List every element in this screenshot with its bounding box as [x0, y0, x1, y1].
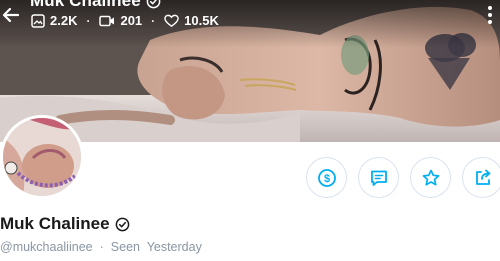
more-options-button[interactable]: [482, 3, 498, 27]
avatar-photo: [3, 118, 81, 196]
stat-separator: ·: [151, 13, 156, 28]
username-handle: @mukchaaliinee: [0, 240, 93, 254]
video-icon: [99, 15, 115, 26]
stat-photos-count: 2.2K: [50, 13, 78, 28]
avatar-status-ring: [70, 184, 82, 196]
profile-stats: 2.2K · 201 · 10.5K: [31, 13, 219, 28]
verified-badge-icon: [115, 217, 129, 231]
profile-page: Muk Chalinee 2.2K · 201 · 10.5K $ Muk Ch…: [0, 0, 500, 261]
arrow-left-icon: [2, 7, 20, 23]
more-dot-icon: [488, 13, 492, 17]
back-button[interactable]: [0, 4, 22, 26]
image-icon: [31, 13, 45, 28]
stat-separator: ·: [86, 13, 91, 28]
more-dot-icon: [488, 6, 492, 10]
last-seen-status: Seen Yesterday: [110, 240, 202, 254]
verified-badge-icon: [146, 0, 161, 8]
favorite-button[interactable]: [410, 157, 451, 198]
share-icon: [475, 169, 490, 185]
stat-photos[interactable]: 2.2K: [31, 13, 77, 28]
more-dot-icon: [488, 20, 492, 24]
stat-videos[interactable]: 201: [99, 13, 142, 28]
cover-title: Muk Chalinee: [30, 0, 161, 11]
stat-videos-count: 201: [120, 13, 143, 28]
cover-image: Muk Chalinee 2.2K · 201 · 10.5K: [0, 0, 500, 142]
star-icon: [422, 169, 439, 186]
share-button[interactable]: [462, 157, 500, 198]
stat-likes: 10.5K: [164, 13, 219, 28]
message-button[interactable]: [358, 157, 399, 198]
profile-name: Muk Chalinee: [0, 214, 130, 234]
handle-row: @mukchaaliinee · Seen Yesterday: [0, 240, 202, 254]
display-name: Muk Chalinee: [0, 214, 110, 233]
handle-separator: ·: [99, 240, 104, 254]
svg-text:$: $: [323, 173, 329, 185]
message-icon: [370, 170, 387, 186]
dollar-icon: $: [317, 168, 336, 187]
stat-likes-count: 10.5K: [184, 13, 219, 28]
profile-actions: $: [306, 157, 500, 198]
cover-display-name: Muk Chalinee: [30, 0, 141, 10]
tip-button[interactable]: $: [306, 157, 347, 198]
heart-icon: [164, 14, 179, 27]
